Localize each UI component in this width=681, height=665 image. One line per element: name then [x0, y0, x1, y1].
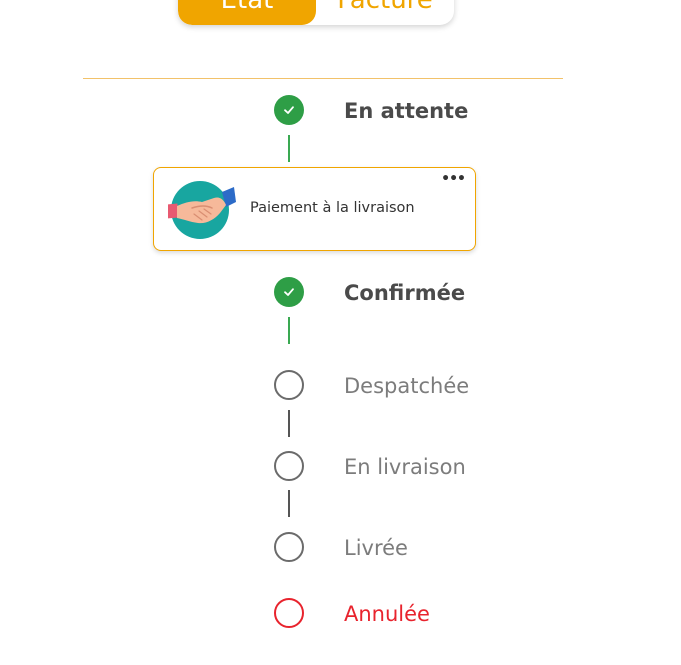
handshake-icon	[165, 180, 236, 240]
timeline-connector	[288, 135, 290, 162]
step-label-livree: Livrée	[344, 536, 408, 560]
step-confirmee-check-icon	[274, 277, 304, 307]
divider	[83, 78, 563, 79]
payment-method-card[interactable]: Paiement à la livraison •••	[153, 167, 476, 251]
step-label-en-livraison: En livraison	[344, 455, 466, 479]
step-en-livraison-circle-icon	[274, 451, 304, 481]
step-livree-circle-icon	[274, 532, 304, 562]
step-label-confirmee: Confirmée	[344, 281, 466, 305]
timeline-connector	[288, 317, 290, 344]
tab-facture[interactable]: Facture	[316, 0, 454, 25]
step-annulee-circle-icon	[274, 598, 304, 628]
step-label-annulee: Annulée	[344, 602, 430, 626]
payment-method-label: Paiement à la livraison	[250, 200, 415, 216]
timeline-connector	[288, 490, 290, 517]
step-despatchee-circle-icon	[274, 370, 304, 400]
step-en-attente-check-icon	[274, 95, 304, 125]
step-label-despatchee: Despatchée	[344, 374, 470, 398]
more-horizontal-icon[interactable]: •••	[441, 172, 466, 186]
timeline-connector	[288, 410, 290, 437]
step-label-en-attente: En attente	[344, 99, 469, 123]
state-invoice-tabs: Etat Facture	[178, 0, 454, 25]
tab-etat[interactable]: Etat	[178, 0, 316, 25]
